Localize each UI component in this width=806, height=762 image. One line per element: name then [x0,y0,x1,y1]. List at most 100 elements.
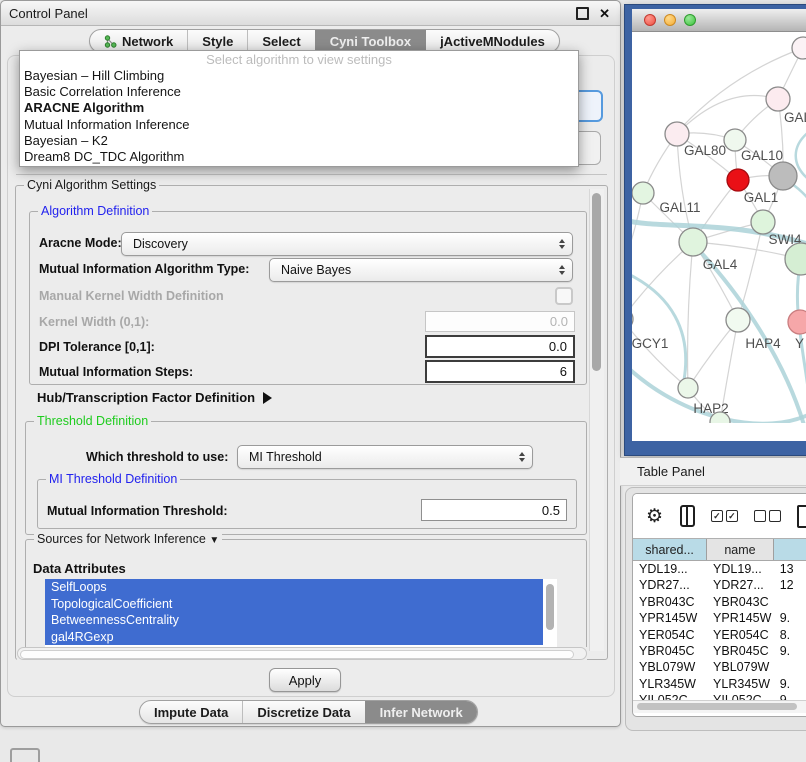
select-all-columns-icon[interactable]: ✓ ✓ [711,510,738,522]
sources-group-title: Sources for Network Inference ▼ [34,532,222,546]
algorithm-option-basic-correlation-inference[interactable]: Basic Correlation Inference [20,84,578,100]
aracne-mode-combobox[interactable]: Discovery [121,232,573,256]
unchecked-box-icon [769,510,781,522]
tab-jactivemnodules[interactable]: jActiveMNodules [425,30,559,52]
cyni-tab-discretize-data[interactable]: Discretize Data [242,701,364,723]
column-header-clipped[interactable] [774,539,806,560]
table-row[interactable]: YDL19...YDL19...13 [633,561,806,577]
algorithm-option-bayesian-k2[interactable]: Bayesian – K2 [20,133,578,149]
algorithm-option-aracne-algorithm[interactable]: ARACNE Algorithm [20,100,578,116]
table-row[interactable]: YBL079WYBL079W [633,659,806,675]
kernel-width-field[interactable] [425,311,575,332]
table-row[interactable]: YDR27...YDR27...12 [633,577,806,593]
table-cell: YLR345W [707,676,774,692]
close-panel-button[interactable]: ✕ [599,8,610,20]
tab-network[interactable]: Network [90,30,187,52]
network-node-gal1[interactable] [751,210,775,234]
attributes-scrollbar[interactable] [543,579,557,647]
algorithm-option-dream8-dc-tdc-algorithm[interactable]: Dream8 DC_TDC Algorithm [20,149,578,165]
checked-box-icon: ✓ [711,510,723,522]
network-canvas[interactable]: GALGAL80GAL10GAL1GAL11SWI4GAL4GCY1HAP4YH… [632,32,806,423]
table-row[interactable]: YPR145WYPR145W9. [633,610,806,626]
table-row[interactable]: YER054CYER054C8. [633,627,806,643]
control-panel-window: Control Panel ✕ NetworkStyleSelectCyni T… [0,0,621,727]
mi-threshold-field[interactable] [421,499,567,521]
table-row[interactable]: YBR043CYBR043C [633,594,806,610]
kernel-width-label: Kernel Width (0,1): [39,315,149,329]
column-header-name[interactable]: name [707,539,774,560]
table-cell: YDR27... [707,577,774,593]
tab-cyni-toolbox[interactable]: Cyni Toolbox [315,30,425,52]
table-cell: YER054C [633,627,707,643]
node-label-gal: GAL [784,110,806,125]
manual-kernel-width-checkbox[interactable] [555,287,573,305]
table-header-row: shared...name [633,538,806,561]
network-node-gal11[interactable] [632,182,654,204]
table-panel-header: Table Panel [620,457,806,486]
dpi-tolerance-label: DPI Tolerance [0,1]: [39,340,155,354]
data-attributes-label: Data Attributes [33,561,126,576]
network-node-hap2[interactable] [678,378,698,398]
split-columns-icon[interactable] [680,505,695,527]
collapsed-panel-button[interactable] [10,748,40,762]
network-node-y[interactable] [788,310,806,334]
network-node-gcy1[interactable] [632,308,633,330]
document-icon[interactable] [797,505,806,528]
node-label-gal1: GAL1 [744,190,779,205]
table-horizontal-scrollbar[interactable] [633,700,806,713]
attribute-item-topologicalcoefficient[interactable]: TopologicalCoefficient [45,596,557,613]
tab-select[interactable]: Select [247,30,314,52]
close-window-button[interactable] [644,14,656,26]
cyni-tab-impute-data[interactable]: Impute Data [140,701,242,723]
mi-threshold-definition-title: MI Threshold Definition [46,472,180,486]
expanded-arrow-icon[interactable]: ▼ [209,535,219,546]
spinner-arrows-icon [559,239,565,249]
settings-vscroll-thumb[interactable] [592,193,601,371]
float-window-button[interactable] [576,7,589,20]
table-body: YDL19...YDL19...13YDR27...YDR27...12YBR0… [633,561,806,700]
network-node[interactable] [785,243,806,275]
network-graph: GALGAL80GAL10GAL1GAL11SWI4GAL4GCY1HAP4YH… [632,32,806,423]
network-node-gal4[interactable] [679,228,707,256]
table-hscroll-thumb[interactable] [637,703,797,710]
attribute-item-betweennesscentrality[interactable]: BetweennessCentrality [45,612,557,629]
algorithm-option-mutual-information-inference[interactable]: Mutual Information Inference [20,117,578,133]
settings-vertical-scrollbar[interactable] [589,189,604,651]
network-node[interactable] [727,169,749,191]
tab-label: Cyni Toolbox [330,34,411,49]
network-node-gal[interactable] [766,87,790,111]
table-cell: 12 [774,577,806,593]
mi-steps-field[interactable] [425,360,575,383]
tab-label: Style [202,34,233,49]
gear-icon[interactable]: ⚙ [646,507,663,526]
table-cell: 8. [774,627,806,643]
table-row[interactable]: YIL052CYIL052C9. [633,692,806,700]
dpi-tolerance-field[interactable] [425,335,575,358]
minimize-window-button[interactable] [664,14,676,26]
attributes-scrollbar-thumb[interactable] [546,584,554,630]
cyni-tab-infer-network[interactable]: Infer Network [365,701,477,723]
settings-hscroll-thumb[interactable] [20,650,574,659]
mi-algorithm-type-combobox[interactable]: Naive Bayes [269,258,573,282]
table-cell: 13 [774,561,806,577]
unselect-all-columns-icon[interactable] [754,510,781,522]
algorithm-option-bayesian-hill-climbing[interactable]: Bayesian – Hill Climbing [20,68,578,84]
tab-style[interactable]: Style [187,30,247,52]
hub-transcription-factor-label: Hub/Transcription Factor Definition [37,390,255,405]
apply-button[interactable]: Apply [269,668,341,692]
zoom-window-button[interactable] [684,14,696,26]
data-attributes-list: SelfLoopsTopologicalCoefficientBetweenne… [45,579,557,647]
hub-transcription-factor-expander[interactable]: Hub/Transcription Factor Definition [37,390,272,405]
table-cell: YBR045C [707,643,774,659]
table-row[interactable]: YLR345WYLR345W9. [633,676,806,692]
column-header-shared[interactable]: shared... [633,539,707,560]
table-row[interactable]: YBR045CYBR045C9. [633,643,806,659]
network-node[interactable] [769,162,797,190]
which-threshold-combobox[interactable]: MI Threshold [237,445,533,469]
attribute-item-selfloops[interactable]: SelfLoops [45,579,557,596]
network-node-hap4[interactable] [726,308,750,332]
settings-horizontal-scrollbar[interactable] [17,647,587,660]
attribute-item-gal4rgexp[interactable]: gal4RGexp [45,629,557,646]
network-node[interactable] [792,37,806,59]
unchecked-box-icon [754,510,766,522]
